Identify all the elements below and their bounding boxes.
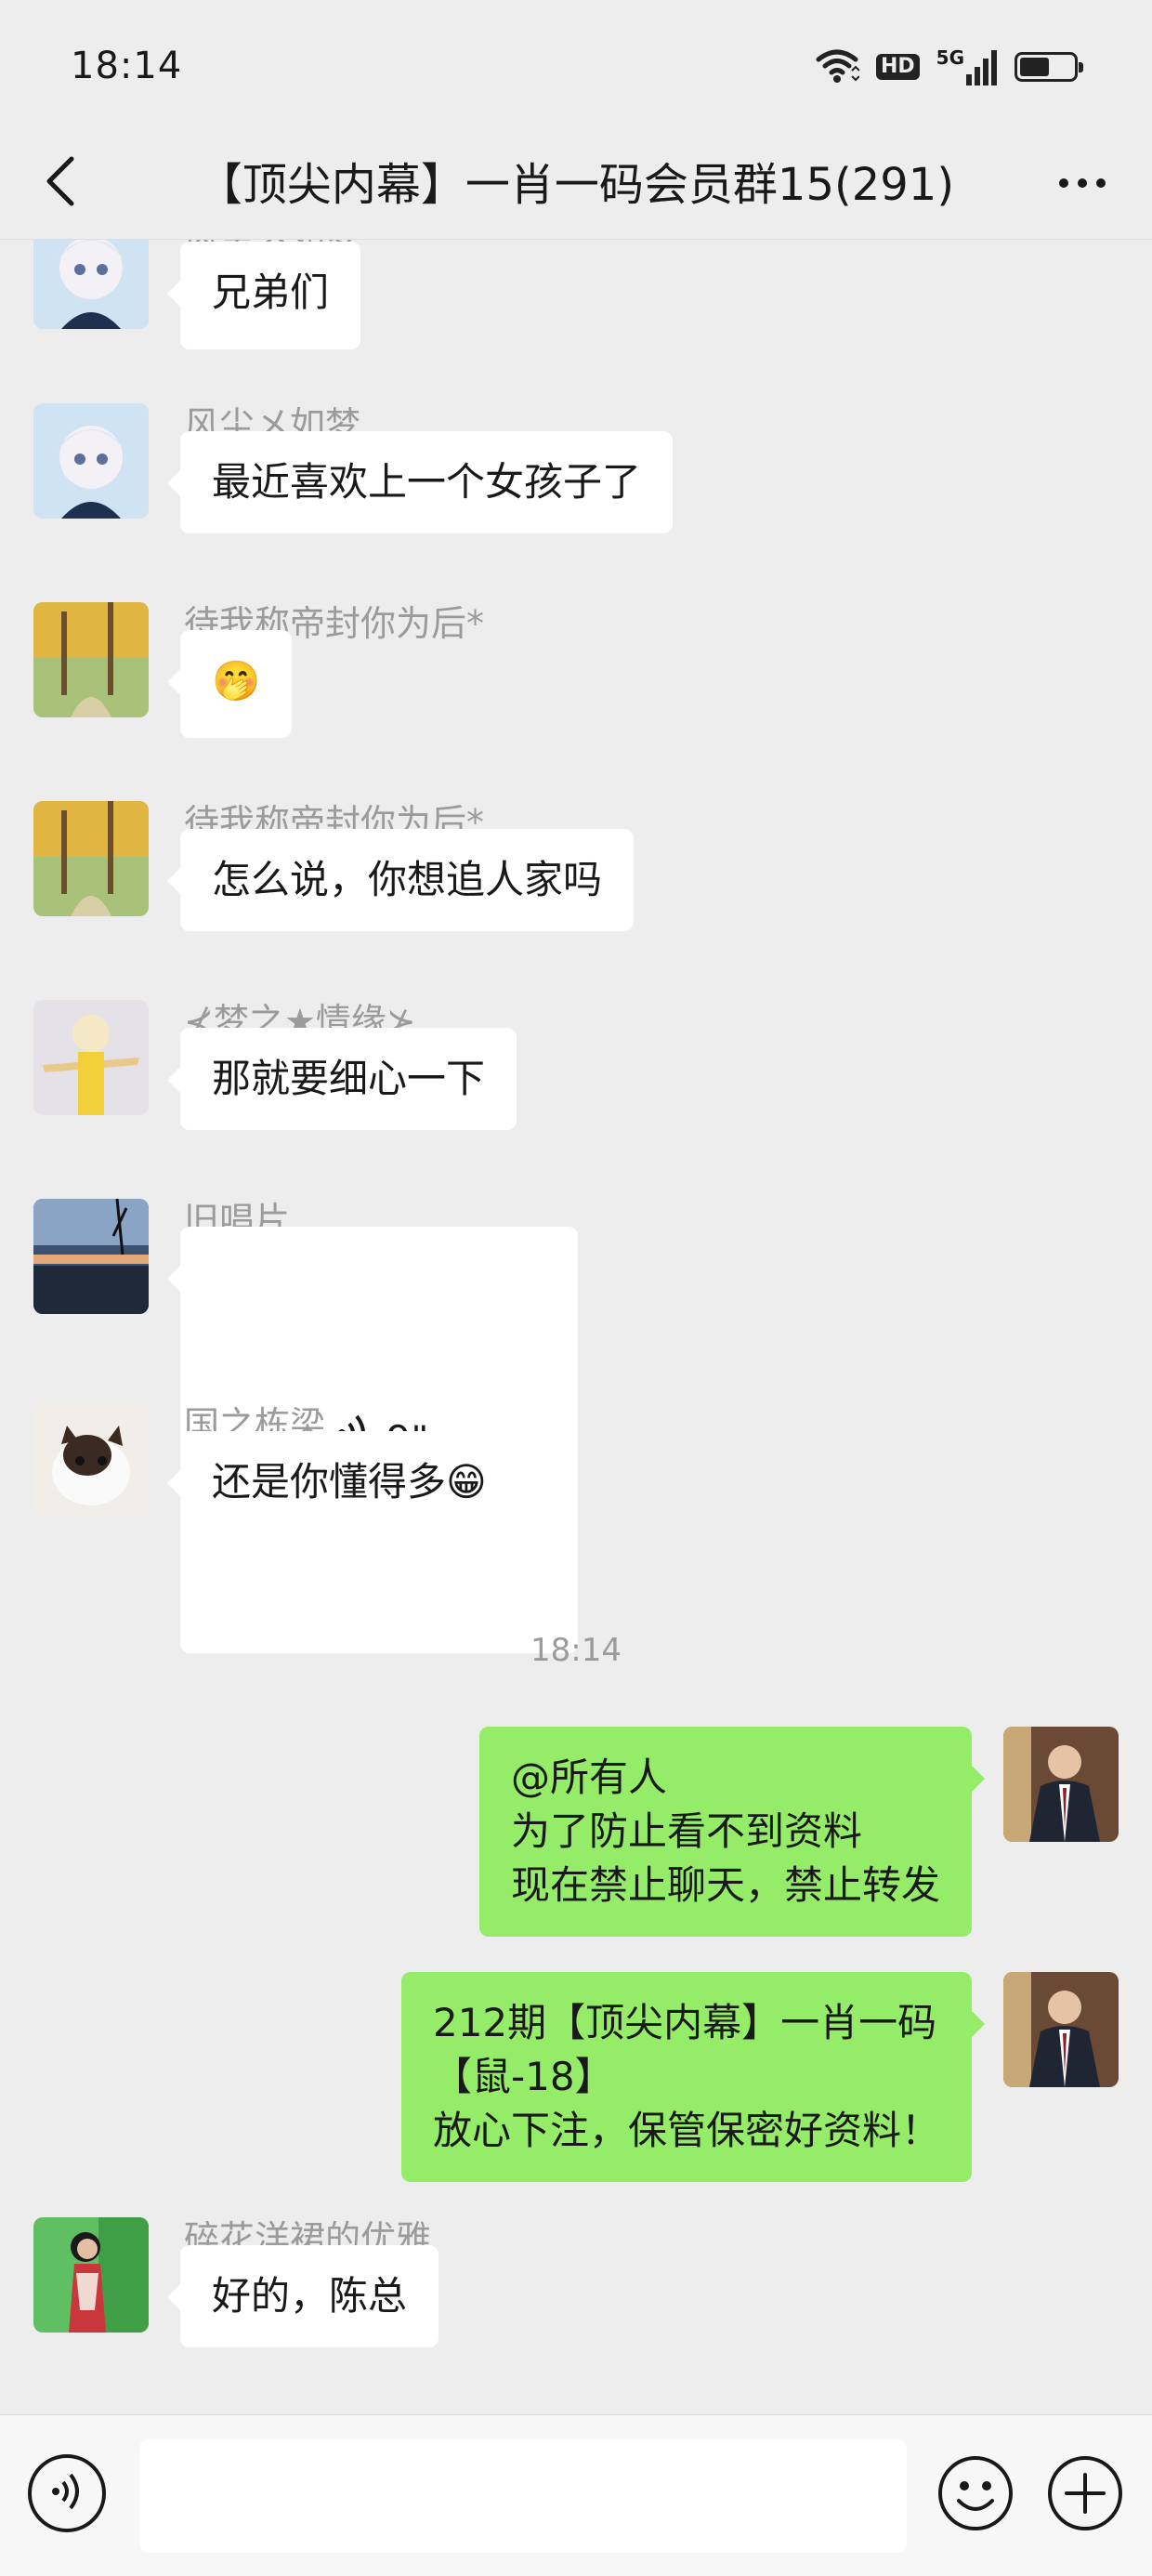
message-text: 🤭 — [212, 658, 261, 703]
message-text: 最近喜欢上一个女孩子了 — [212, 459, 642, 505]
message-bubble[interactable]: 还是你懂得多😁 — [167, 1431, 518, 1533]
message-bubble[interactable]: 那就要细心一下 — [166, 1028, 517, 1130]
avatar[interactable] — [1003, 1727, 1119, 1842]
more-dots-icon — [1059, 178, 1106, 188]
avatar[interactable] — [33, 602, 149, 717]
status-bar: 18:14 HD 5G — [0, 0, 1152, 130]
emoji-button[interactable] — [936, 2454, 1015, 2532]
message-bubble[interactable]: 怎么说，你想追人家吗 — [166, 829, 635, 931]
avatar[interactable] — [33, 403, 149, 519]
message-text: @所有人 为了防止看不到资料 现在禁止聊天，禁止转发 — [510, 1755, 940, 1908]
battery-level — [1020, 58, 1049, 76]
avatar[interactable] — [33, 1403, 149, 1518]
avatar[interactable] — [1003, 1972, 1119, 2087]
message-text: 还是你懂得多😁 — [212, 1459, 487, 1505]
emoji-icon — [936, 2456, 1015, 2536]
message-bubble[interactable]: 好的，陈总 — [166, 2245, 439, 2347]
message-bubble[interactable]: @所有人 为了防止看不到资料 现在禁止聊天，禁止转发 — [478, 1727, 986, 1937]
message-input[interactable] — [139, 2439, 907, 2553]
message-bubble[interactable]: 212期【顶尖内幕】一肖一码 【鼠-18】 放心下注，保管保密好资料！ — [400, 1972, 986, 2182]
avatar[interactable] — [33, 240, 149, 329]
message-bubble[interactable]: 兄弟们 — [166, 242, 361, 349]
chat-title: 【顶尖内幕】一肖一码会员群15(291) — [197, 159, 955, 211]
avatar[interactable] — [33, 1199, 149, 1314]
voice-icon — [48, 2471, 85, 2516]
chat-header: 【顶尖内幕】一肖一码会员群15(291) — [0, 130, 1152, 240]
message-bubble[interactable]: 最近喜欢上一个女孩子了 — [166, 431, 674, 533]
cellular-signal-icon: 5G — [936, 48, 998, 85]
battery-icon — [1015, 52, 1083, 82]
message-bubble[interactable]: 🤭 — [166, 630, 293, 738]
network-label: 5G — [936, 46, 964, 69]
wifi-icon — [815, 46, 860, 87]
message-text: 兄弟们 — [212, 269, 330, 315]
status-icons: HD 5G — [815, 45, 1083, 89]
plus-icon — [1046, 2456, 1124, 2536]
avatar[interactable] — [33, 1000, 149, 1115]
avatar[interactable] — [33, 801, 149, 916]
more-button[interactable] — [1041, 151, 1124, 216]
avatar[interactable] — [33, 2217, 149, 2333]
hd-badge: HD — [875, 54, 920, 80]
chat-messages[interactable]: 风尘メ如梦 兄弟们 风尘メ如梦 最近喜欢上一个女孩子了 待我称帝封你为后* 🤭 … — [0, 240, 1152, 2414]
message-text: 怎么说，你想追人家吗 — [212, 857, 603, 902]
message-text: 好的，陈总 — [212, 2273, 408, 2319]
back-button[interactable] — [28, 151, 93, 216]
time-divider: 18:14 — [530, 1632, 622, 1669]
chevron-left-icon — [44, 155, 77, 211]
status-time: 18:14 — [71, 45, 183, 87]
voice-input-button[interactable] — [28, 2454, 106, 2532]
message-text: 那就要细心一下 — [212, 1056, 486, 1101]
input-bar — [0, 2414, 1152, 2576]
more-functions-button[interactable] — [1046, 2454, 1124, 2532]
message-text: 212期【顶尖内幕】一肖一码 【鼠-18】 放心下注，保管保密好资料！ — [432, 2000, 940, 2153]
